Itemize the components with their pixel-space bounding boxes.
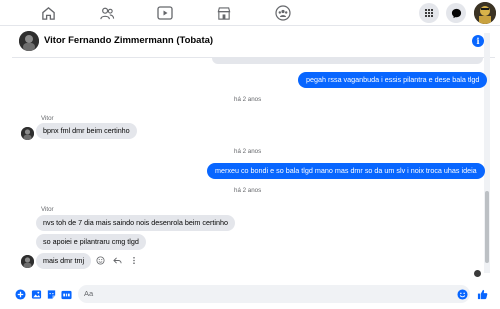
- seen-avatar: [474, 270, 481, 277]
- incoming-message[interactable]: nvs toh de 7 dia mais saindo nois desenr…: [36, 215, 235, 231]
- friends-icon[interactable]: [98, 4, 116, 22]
- incoming-message[interactable]: so apoiei e pilantraru cmg tlgd: [36, 234, 146, 250]
- emoji-icon[interactable]: [457, 289, 468, 300]
- message-composer: Aa: [0, 280, 500, 309]
- profile-avatar[interactable]: [474, 2, 496, 24]
- previous-message-bubble: [212, 58, 483, 64]
- message-input[interactable]: Aa: [78, 285, 470, 303]
- outgoing-message[interactable]: merxeu co bondi e so bala tlgd mano mas …: [207, 163, 485, 179]
- incoming-message[interactable]: mais dmr tmj: [36, 253, 92, 269]
- photo-icon[interactable]: [31, 289, 42, 300]
- menu-grid-icon[interactable]: [419, 3, 439, 23]
- timestamp: há 2 anos: [234, 96, 262, 103]
- reply-icon[interactable]: [112, 255, 122, 265]
- sender-name: Vitor: [41, 206, 54, 213]
- sender-name: Vitor: [41, 115, 54, 122]
- marketplace-icon[interactable]: [215, 4, 233, 22]
- sender-avatar[interactable]: [21, 255, 34, 268]
- chat-header: Vitor Fernando Zimmermann (Tobata) i: [12, 26, 495, 58]
- sticker-icon[interactable]: [46, 289, 57, 300]
- sender-avatar[interactable]: [21, 127, 34, 140]
- contact-name[interactable]: Vitor Fernando Zimmermann (Tobata): [44, 35, 213, 46]
- add-icon[interactable]: [15, 289, 26, 300]
- message-scrollbar[interactable]: [484, 33, 490, 273]
- timestamp: há 2 anos: [234, 148, 262, 155]
- message-actions: [95, 255, 139, 265]
- messenger-icon[interactable]: [446, 3, 466, 23]
- like-icon[interactable]: [477, 289, 488, 300]
- scrollbar-thumb[interactable]: [485, 191, 489, 263]
- outgoing-message[interactable]: pegah rssa vaganbuda i essis pilantra e …: [298, 72, 488, 88]
- more-options-icon[interactable]: [129, 255, 139, 265]
- gif-icon[interactable]: [61, 289, 72, 300]
- info-icon[interactable]: i: [472, 35, 484, 47]
- watch-icon[interactable]: [156, 4, 174, 22]
- incoming-message[interactable]: bpnx fml dmr beim certinho: [36, 123, 137, 139]
- top-navigation-bar: [0, 0, 500, 26]
- home-icon[interactable]: [39, 4, 57, 22]
- groups-icon[interactable]: [274, 4, 292, 22]
- react-icon[interactable]: [95, 255, 105, 265]
- contact-avatar[interactable]: [19, 31, 39, 51]
- timestamp: há 2 anos: [234, 187, 262, 194]
